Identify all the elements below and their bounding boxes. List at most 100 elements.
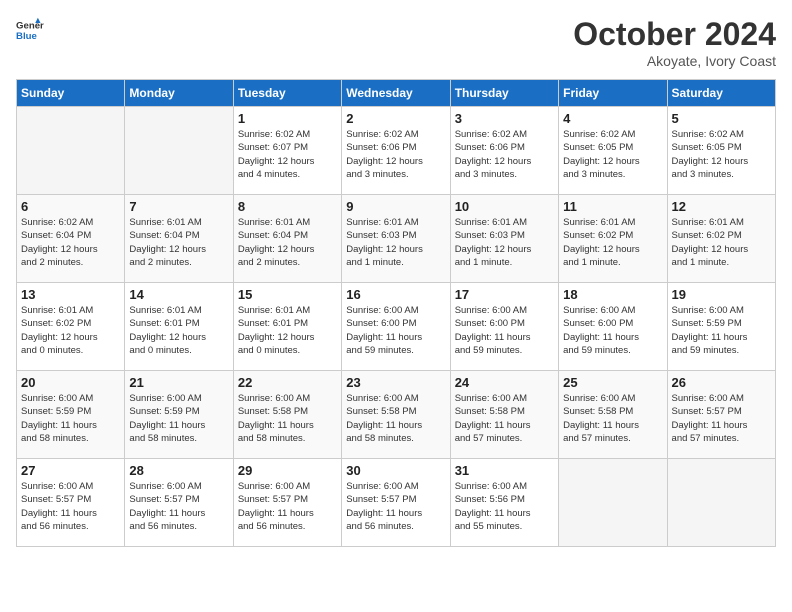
day-number: 2 bbox=[346, 111, 445, 126]
logo-icon: General Blue bbox=[16, 16, 44, 44]
day-info: Sunrise: 6:01 AM Sunset: 6:02 PM Dayligh… bbox=[21, 304, 120, 357]
calendar-cell: 22Sunrise: 6:00 AM Sunset: 5:58 PM Dayli… bbox=[233, 371, 341, 459]
weekday-header: Wednesday bbox=[342, 80, 450, 107]
day-info: Sunrise: 6:00 AM Sunset: 5:57 PM Dayligh… bbox=[346, 480, 445, 533]
calendar-cell: 12 Sunrise: 6:01 AM Sunset: 6:02 PM Dayli… bbox=[667, 195, 775, 283]
day-number: 21 bbox=[129, 375, 228, 390]
day-number: 10 bbox=[455, 199, 554, 214]
calendar-cell: 27 Sunrise: 6:00 AM Sunset: 5:57 PM Dayli… bbox=[17, 459, 125, 547]
weekday-header: Saturday bbox=[667, 80, 775, 107]
calendar-cell: 2 Sunrise: 6:02 AM Sunset: 6:06 PM Daylig… bbox=[342, 107, 450, 195]
day-info: Sunrise: 6:01 AM Sunset: 6:04 PM Dayligh… bbox=[129, 216, 228, 269]
day-number: 25 bbox=[563, 375, 662, 390]
day-number: 27 bbox=[21, 463, 120, 478]
calendar-table: SundayMondayTuesdayWednesdayThursdayFrid… bbox=[16, 79, 776, 547]
calendar-cell: 29 Sunrise: 6:00 AM Sunset: 5:57 PM Dayli… bbox=[233, 459, 341, 547]
calendar-cell: 7 Sunrise: 6:01 AM Sunset: 6:04 PM Daylig… bbox=[125, 195, 233, 283]
calendar-header-row: SundayMondayTuesdayWednesdayThursdayFrid… bbox=[17, 80, 776, 107]
day-info: Sunrise: 6:01 AM Sunset: 6:03 PM Dayligh… bbox=[455, 216, 554, 269]
day-number: 28 bbox=[129, 463, 228, 478]
day-info: Sunrise: 6:02 AM Sunset: 6:06 PM Dayligh… bbox=[346, 128, 445, 181]
month-title: October 2024 bbox=[573, 16, 776, 53]
day-info: Sunrise: 6:02 AM Sunset: 6:05 PM Dayligh… bbox=[672, 128, 771, 181]
day-info: Sunrise: 6:02 AM Sunset: 6:07 PM Dayligh… bbox=[238, 128, 337, 181]
day-info: Sunrise: 6:01 AM Sunset: 6:01 PM Dayligh… bbox=[238, 304, 337, 357]
calendar-cell: 26Sunrise: 6:00 AM Sunset: 5:57 PM Dayli… bbox=[667, 371, 775, 459]
calendar-cell: 4 Sunrise: 6:02 AM Sunset: 6:05 PM Daylig… bbox=[559, 107, 667, 195]
day-info: Sunrise: 6:00 AM Sunset: 5:58 PM Dayligh… bbox=[346, 392, 445, 445]
day-number: 1 bbox=[238, 111, 337, 126]
day-info: Sunrise: 6:00 AM Sunset: 5:57 PM Dayligh… bbox=[672, 392, 771, 445]
calendar-cell: 21 Sunrise: 6:00 AM Sunset: 5:59 PM Dayli… bbox=[125, 371, 233, 459]
calendar-cell bbox=[17, 107, 125, 195]
day-number: 24 bbox=[455, 375, 554, 390]
calendar-week-row: 1 Sunrise: 6:02 AM Sunset: 6:07 PM Daylig… bbox=[17, 107, 776, 195]
day-number: 16 bbox=[346, 287, 445, 302]
calendar-week-row: 13 Sunrise: 6:01 AM Sunset: 6:02 PM Dayli… bbox=[17, 283, 776, 371]
calendar-cell bbox=[667, 459, 775, 547]
calendar-cell: 10 Sunrise: 6:01 AM Sunset: 6:03 PM Dayli… bbox=[450, 195, 558, 283]
calendar-cell: 8 Sunrise: 6:01 AM Sunset: 6:04 PM Daylig… bbox=[233, 195, 341, 283]
day-info: Sunrise: 6:00 AM Sunset: 6:00 PM Dayligh… bbox=[563, 304, 662, 357]
calendar-cell: 15 Sunrise: 6:01 AM Sunset: 6:01 PM Dayli… bbox=[233, 283, 341, 371]
svg-text:Blue: Blue bbox=[16, 31, 37, 42]
calendar-cell: 1 Sunrise: 6:02 AM Sunset: 6:07 PM Daylig… bbox=[233, 107, 341, 195]
weekday-header: Friday bbox=[559, 80, 667, 107]
day-number: 9 bbox=[346, 199, 445, 214]
day-info: Sunrise: 6:01 AM Sunset: 6:02 PM Dayligh… bbox=[672, 216, 771, 269]
day-info: Sunrise: 6:01 AM Sunset: 6:02 PM Dayligh… bbox=[563, 216, 662, 269]
calendar-cell bbox=[559, 459, 667, 547]
day-info: Sunrise: 6:00 AM Sunset: 6:00 PM Dayligh… bbox=[346, 304, 445, 357]
calendar-cell: 31 Sunrise: 6:00 AM Sunset: 5:56 PM Dayli… bbox=[450, 459, 558, 547]
day-number: 5 bbox=[672, 111, 771, 126]
calendar-week-row: 6Sunrise: 6:02 AM Sunset: 6:04 PM Daylig… bbox=[17, 195, 776, 283]
day-number: 29 bbox=[238, 463, 337, 478]
day-number: 20 bbox=[21, 375, 120, 390]
day-info: Sunrise: 6:02 AM Sunset: 6:04 PM Dayligh… bbox=[21, 216, 120, 269]
calendar-cell: 20 Sunrise: 6:00 AM Sunset: 5:59 PM Dayli… bbox=[17, 371, 125, 459]
day-number: 3 bbox=[455, 111, 554, 126]
day-number: 11 bbox=[563, 199, 662, 214]
day-number: 22 bbox=[238, 375, 337, 390]
weekday-header: Thursday bbox=[450, 80, 558, 107]
day-info: Sunrise: 6:01 AM Sunset: 6:01 PM Dayligh… bbox=[129, 304, 228, 357]
day-info: Sunrise: 6:02 AM Sunset: 6:05 PM Dayligh… bbox=[563, 128, 662, 181]
day-info: Sunrise: 6:00 AM Sunset: 5:56 PM Dayligh… bbox=[455, 480, 554, 533]
day-number: 31 bbox=[455, 463, 554, 478]
day-info: Sunrise: 6:00 AM Sunset: 5:57 PM Dayligh… bbox=[129, 480, 228, 533]
day-info: Sunrise: 6:00 AM Sunset: 5:59 PM Dayligh… bbox=[21, 392, 120, 445]
location-title: Akoyate, Ivory Coast bbox=[573, 53, 776, 69]
logo: General Blue bbox=[16, 16, 44, 44]
day-number: 8 bbox=[238, 199, 337, 214]
calendar-cell: 24Sunrise: 6:00 AM Sunset: 5:58 PM Dayli… bbox=[450, 371, 558, 459]
day-number: 7 bbox=[129, 199, 228, 214]
calendar-body: 1 Sunrise: 6:02 AM Sunset: 6:07 PM Daylig… bbox=[17, 107, 776, 547]
day-number: 13 bbox=[21, 287, 120, 302]
calendar-cell: 19Sunrise: 6:00 AM Sunset: 5:59 PM Dayli… bbox=[667, 283, 775, 371]
calendar-cell: 17Sunrise: 6:00 AM Sunset: 6:00 PM Dayli… bbox=[450, 283, 558, 371]
day-number: 19 bbox=[672, 287, 771, 302]
day-number: 17 bbox=[455, 287, 554, 302]
calendar-cell: 16 Sunrise: 6:00 AM Sunset: 6:00 PM Dayli… bbox=[342, 283, 450, 371]
day-info: Sunrise: 6:00 AM Sunset: 5:57 PM Dayligh… bbox=[21, 480, 120, 533]
day-info: Sunrise: 6:00 AM Sunset: 5:57 PM Dayligh… bbox=[238, 480, 337, 533]
calendar-week-row: 27 Sunrise: 6:00 AM Sunset: 5:57 PM Dayli… bbox=[17, 459, 776, 547]
day-number: 15 bbox=[238, 287, 337, 302]
calendar-cell: 3 Sunrise: 6:02 AM Sunset: 6:06 PM Daylig… bbox=[450, 107, 558, 195]
calendar-week-row: 20 Sunrise: 6:00 AM Sunset: 5:59 PM Dayli… bbox=[17, 371, 776, 459]
calendar-cell bbox=[125, 107, 233, 195]
calendar-cell: 11 Sunrise: 6:01 AM Sunset: 6:02 PM Dayli… bbox=[559, 195, 667, 283]
day-number: 23 bbox=[346, 375, 445, 390]
calendar-cell: 18Sunrise: 6:00 AM Sunset: 6:00 PM Dayli… bbox=[559, 283, 667, 371]
calendar-cell: 9Sunrise: 6:01 AM Sunset: 6:03 PM Daylig… bbox=[342, 195, 450, 283]
calendar-cell: 25 Sunrise: 6:00 AM Sunset: 5:58 PM Dayli… bbox=[559, 371, 667, 459]
calendar-cell: 6Sunrise: 6:02 AM Sunset: 6:04 PM Daylig… bbox=[17, 195, 125, 283]
day-number: 4 bbox=[563, 111, 662, 126]
calendar-cell: 30Sunrise: 6:00 AM Sunset: 5:57 PM Dayli… bbox=[342, 459, 450, 547]
day-info: Sunrise: 6:02 AM Sunset: 6:06 PM Dayligh… bbox=[455, 128, 554, 181]
day-info: Sunrise: 6:00 AM Sunset: 5:59 PM Dayligh… bbox=[129, 392, 228, 445]
day-number: 12 bbox=[672, 199, 771, 214]
weekday-header: Sunday bbox=[17, 80, 125, 107]
day-info: Sunrise: 6:01 AM Sunset: 6:04 PM Dayligh… bbox=[238, 216, 337, 269]
day-info: Sunrise: 6:00 AM Sunset: 5:58 PM Dayligh… bbox=[563, 392, 662, 445]
